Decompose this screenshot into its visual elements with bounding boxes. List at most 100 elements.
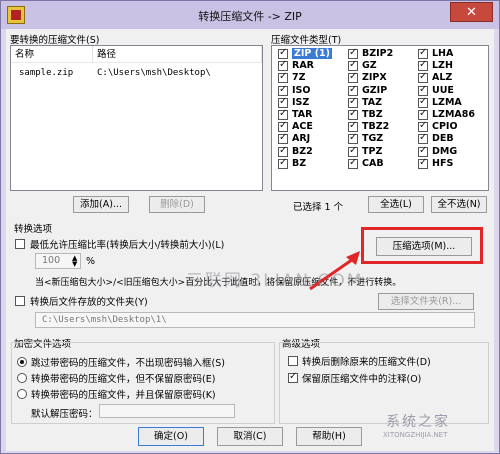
type-checkbox[interactable]: [348, 59, 358, 72]
convert-archive-dialog: 转换压缩文件 -> ZIP ✕ 要转换的压缩文件(S) 名称 路径 sample…: [0, 0, 500, 454]
type-checkbox[interactable]: [418, 59, 428, 72]
type-label: ACE: [292, 121, 313, 133]
type-checkbox[interactable]: [348, 132, 358, 145]
radio-convert-no-password[interactable]: [17, 373, 27, 383]
type-checkbox[interactable]: [418, 157, 428, 169]
default-password-input[interactable]: [99, 404, 235, 418]
min-ratio-checkbox[interactable]: [15, 239, 25, 249]
type-checkbox[interactable]: [348, 108, 358, 120]
save-folder-checkbox[interactable]: [15, 296, 25, 306]
type-label: RAR: [292, 60, 314, 72]
dialog-body: 要转换的压缩文件(S) 名称 路径 sample.zip C:\Users\ms…: [6, 29, 494, 451]
type-label: ZIP (1): [292, 48, 332, 59]
delete-original-checkbox[interactable]: [288, 356, 298, 366]
ratio-unit: %: [86, 256, 96, 267]
select-all-button[interactable]: 全选(L): [368, 196, 424, 213]
type-label: BZIP2: [362, 48, 394, 59]
type-label: TGZ: [362, 133, 384, 145]
type-checkbox[interactable]: [278, 132, 288, 145]
type-label: HFS: [432, 157, 454, 169]
file-row-name[interactable]: sample.zip: [19, 68, 73, 78]
type-label: DEB: [432, 133, 454, 145]
type-checkbox[interactable]: [348, 120, 358, 133]
window-title: 转换压缩文件 -> ZIP: [198, 10, 302, 23]
type-checkbox[interactable]: [348, 157, 358, 169]
default-password-label: 默认解压密码：: [31, 409, 98, 420]
type-label: GZIP: [362, 84, 388, 96]
type-label: CAB: [362, 157, 384, 169]
type-checkbox[interactable]: [418, 47, 428, 59]
type-label: ARJ: [292, 133, 311, 145]
delete-original-label: 转换后删除原来的压缩文件(D): [302, 357, 431, 368]
column-name[interactable]: 名称: [11, 46, 93, 63]
type-checkbox[interactable]: [278, 59, 288, 72]
radio-convert-keep-password-label: 转换带密码的压缩文件，并且保留原密码(K): [31, 390, 216, 401]
save-folder-label: 转换后文件存放的文件夹(Y): [30, 297, 148, 308]
type-label: LZMA: [432, 96, 462, 108]
choose-folder-button[interactable]: 选择文件夹(R)...: [378, 293, 474, 310]
type-checkbox[interactable]: [418, 120, 428, 133]
type-checkbox[interactable]: [278, 96, 288, 108]
close-button[interactable]: ✕: [450, 2, 493, 22]
type-label: LZMA86: [432, 109, 475, 120]
type-label: LZH: [432, 60, 453, 72]
type-checkbox[interactable]: [418, 84, 428, 96]
help-button[interactable]: 帮助(H): [296, 427, 362, 446]
type-label: UUE: [432, 84, 454, 96]
watermark-center: 三联网 3LIAN.COM: [186, 271, 364, 291]
keep-comment-checkbox[interactable]: [288, 371, 298, 383]
radio-skip-encrypted[interactable]: [17, 357, 27, 367]
type-checkbox[interactable]: [278, 84, 288, 96]
files-label: 要转换的压缩文件(S): [10, 35, 100, 46]
convert-options-label: 转换选项: [14, 224, 53, 235]
type-checkbox[interactable]: [418, 132, 428, 145]
cancel-button[interactable]: 取消(C): [217, 427, 283, 446]
ratio-stepper[interactable]: ▲ ▼: [72, 255, 77, 268]
select-none-button[interactable]: 全不选(N): [431, 196, 487, 213]
type-label: TPZ: [362, 145, 383, 157]
type-label: TBZ: [362, 109, 383, 120]
file-row-path[interactable]: C:\Users\msh\Desktop\: [97, 68, 211, 78]
highlight-box: [361, 227, 483, 264]
add-button[interactable]: 添加(A)...: [73, 196, 129, 213]
type-checkbox[interactable]: [348, 84, 358, 96]
type-checkbox[interactable]: [348, 145, 358, 157]
type-label: ISZ: [292, 96, 310, 108]
column-path[interactable]: 路径: [93, 46, 262, 63]
type-checkbox[interactable]: [348, 47, 358, 59]
type-checkbox[interactable]: [278, 145, 288, 157]
folder-path-input[interactable]: C:\Users\msh\Desktop\1\: [35, 312, 475, 328]
type-label: 7Z: [292, 72, 306, 84]
watermark-corner: 系统之家: [386, 414, 450, 430]
watermark-corner-sub: XITONGZHIJIA.NET: [383, 431, 448, 439]
type-label: TAZ: [362, 96, 382, 108]
types-label: 压缩文件类型(T): [271, 35, 342, 46]
type-label: BZ: [292, 157, 307, 169]
type-checkbox[interactable]: [278, 108, 288, 120]
type-label: CPIO: [432, 121, 458, 133]
type-label: TAR: [292, 109, 313, 120]
type-label: GZ: [362, 60, 377, 72]
type-checkbox[interactable]: [278, 120, 288, 133]
type-checkbox[interactable]: [348, 96, 358, 108]
type-label: ALZ: [432, 72, 453, 84]
title-bar[interactable]: 转换压缩文件 -> ZIP ✕: [1, 1, 499, 29]
type-label: ISO: [292, 84, 311, 96]
type-checkbox[interactable]: [278, 71, 288, 84]
delete-button[interactable]: 删除(D): [149, 196, 205, 213]
type-checkbox[interactable]: [278, 47, 288, 59]
type-checkbox[interactable]: [418, 71, 428, 84]
type-checkbox[interactable]: [418, 108, 428, 120]
radio-skip-label: 跳过带密码的压缩文件，不出现密码输入框(S): [31, 358, 225, 369]
type-list[interactable]: ZIP (1) BZIP2 LHA RAR GZ LZH 7Z ZIPX ALZ ISO GZIP U…: [271, 45, 489, 191]
type-label: ZIPX: [362, 72, 387, 84]
file-list[interactable]: 名称 路径 sample.zip C:\Users\msh\Desktop\: [10, 45, 263, 191]
ok-button[interactable]: 确定(O): [138, 427, 204, 446]
type-checkbox[interactable]: [278, 157, 288, 169]
radio-convert-keep-password[interactable]: [17, 389, 27, 399]
type-checkbox[interactable]: [418, 96, 428, 108]
type-checkbox[interactable]: [418, 145, 428, 157]
type-label: DMG: [432, 145, 458, 157]
type-checkbox[interactable]: [348, 71, 358, 84]
type-label: TBZ2: [362, 121, 390, 133]
